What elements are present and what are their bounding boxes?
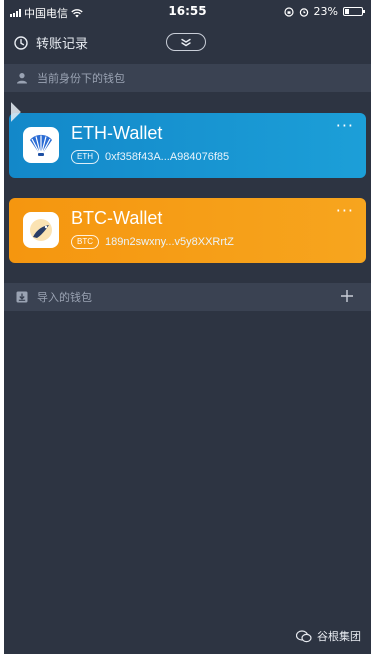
current-wallets-label: 当前身份下的钱包 <box>37 72 125 85</box>
top-bar: 转账记录 <box>4 28 371 58</box>
card-corner-tag <box>4 102 21 122</box>
user-icon <box>17 73 27 84</box>
imported-wallets-header: 导入的钱包 <box>4 283 371 311</box>
wechat-icon <box>296 629 312 642</box>
eth-wallet-logo <box>23 127 59 163</box>
eth-wallet-name: ETH-Wallet <box>71 123 163 143</box>
watermark-text: 谷根集团 <box>317 630 361 643</box>
imported-wallets-label: 导入的钱包 <box>37 291 92 304</box>
transfer-history-button[interactable]: 转账记录 <box>14 33 88 52</box>
import-icon <box>16 291 28 303</box>
eth-wallet-more-button[interactable]: ··· <box>336 118 354 134</box>
status-bar: 中国电信 16:55 23% <box>4 0 371 22</box>
transfer-history-label: 转账记录 <box>36 37 89 52</box>
watermark: 谷根集团 <box>296 628 361 644</box>
battery-icon <box>343 7 365 16</box>
battery-percent: 23% <box>313 5 338 18</box>
eth-chain-badge: ETH <box>71 150 99 164</box>
alarm-icon <box>299 7 308 17</box>
wallet-screen: 中国电信 16:55 23% 转账记录 当前身份下的钱包 ETH-Wallet … <box>4 0 371 654</box>
eth-wallet-card[interactable]: ETH-Wallet ETH 0xf358f43A...A984076f85 ·… <box>4 102 366 178</box>
btc-wallet-name: BTC-Wallet <box>71 208 163 228</box>
btc-wallet-address: 189n2swxny...v5y8XXRrtZ <box>105 236 234 248</box>
collapse-toggle-button[interactable] <box>166 33 206 51</box>
rotation-lock-icon <box>283 6 294 17</box>
btc-wallet-card[interactable]: BTC-Wallet BTC 189n2swxny...v5y8XXRrtZ ·… <box>9 198 366 263</box>
clock-icon <box>14 35 28 50</box>
current-wallets-header: 当前身份下的钱包 <box>4 64 371 92</box>
btc-chain-badge: BTC <box>71 235 99 249</box>
shell-icon <box>30 134 52 157</box>
double-chevron-down-icon <box>181 38 191 46</box>
add-wallet-plus-icon[interactable] <box>339 288 355 304</box>
btc-wallet-logo <box>23 212 59 248</box>
btc-wallet-more-button[interactable]: ··· <box>336 203 354 219</box>
eth-wallet-address: 0xf358f43A...A984076f85 <box>105 151 230 163</box>
bird-icon <box>30 219 52 241</box>
